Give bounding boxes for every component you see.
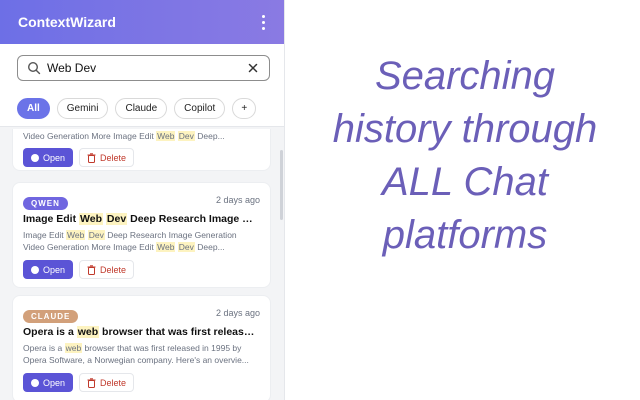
result-card: CLAUDE 2 days ago Opera is a web browser… xyxy=(12,295,271,400)
card-snippet: Image Edit Web Dev Deep Research Image G… xyxy=(23,230,237,252)
card-actions: Open Delete xyxy=(23,148,260,167)
filter-gemini[interactable]: Gemini xyxy=(56,97,109,119)
clear-search-icon[interactable] xyxy=(246,61,260,75)
delete-button[interactable]: Delete xyxy=(79,373,134,392)
delete-button[interactable]: Delete xyxy=(79,260,134,279)
search-input[interactable] xyxy=(41,61,246,75)
trash-icon xyxy=(87,377,96,388)
card-title[interactable]: Opera is a web browser that was first re… xyxy=(23,326,260,338)
app-header: ContextWizard xyxy=(0,0,284,44)
promo-line: platforms xyxy=(382,213,548,257)
card-age: 2 days ago xyxy=(215,308,260,318)
card-title[interactable]: Image Edit Web Dev Deep Research Image G… xyxy=(23,213,260,225)
search-section xyxy=(0,44,284,90)
delete-button[interactable]: Delete xyxy=(79,148,134,167)
platform-badge: CLAUDE xyxy=(23,310,79,323)
card-snippet: Opera is a web browser that was first re… xyxy=(23,343,249,365)
search-box xyxy=(17,55,270,81)
card-actions: Open Delete xyxy=(23,260,260,279)
promo-text: Searching history through ALL Chat platf… xyxy=(300,50,630,262)
more-options-icon[interactable] xyxy=(256,12,270,32)
open-icon xyxy=(30,153,39,162)
promo-line: history through xyxy=(332,107,598,151)
open-icon xyxy=(30,378,39,387)
filter-copilot[interactable]: Copilot xyxy=(174,97,226,119)
filter-all[interactable]: All xyxy=(17,97,50,119)
promo-line: ALL Chat xyxy=(381,160,549,204)
open-icon xyxy=(30,265,39,274)
filter-claude[interactable]: Claude xyxy=(115,97,168,119)
open-button[interactable]: Open xyxy=(23,373,73,392)
add-filter-button[interactable]: + xyxy=(232,97,257,119)
extension-panel: ContextWizard All Gemini Claude Copilot … xyxy=(0,0,285,400)
scrollbar[interactable] xyxy=(280,150,283,220)
trash-icon xyxy=(87,152,96,163)
open-button[interactable]: Open xyxy=(23,260,73,279)
platform-filters: All Gemini Claude Copilot + xyxy=(0,90,284,127)
search-icon xyxy=(27,61,41,75)
app-title: ContextWizard xyxy=(18,14,116,30)
card-actions: Open Delete xyxy=(23,373,260,392)
results-list[interactable]: Video Generation More Image Edit Web Dev… xyxy=(0,129,284,400)
promo-line: Searching xyxy=(374,54,556,98)
result-card: Video Generation More Image Edit Web Dev… xyxy=(12,129,271,171)
result-card: QWEN 2 days ago Image Edit Web Dev Deep … xyxy=(12,182,271,288)
open-button[interactable]: Open xyxy=(23,148,73,167)
card-age: 2 days ago xyxy=(215,195,260,205)
platform-badge: QWEN xyxy=(23,197,68,210)
card-snippet: Video Generation More Image Edit Web Dev… xyxy=(23,131,225,141)
trash-icon xyxy=(87,264,96,275)
